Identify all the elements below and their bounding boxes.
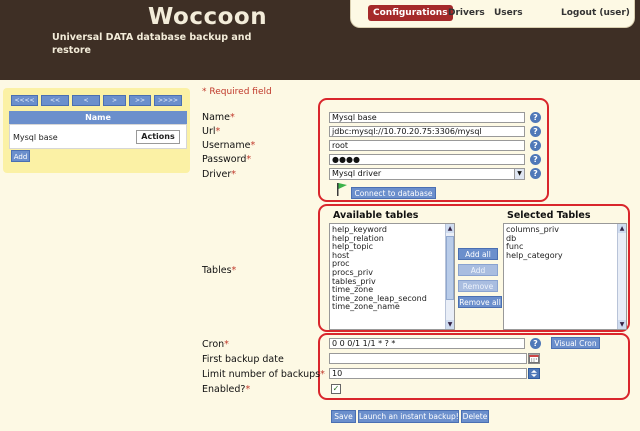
- nav-configurations[interactable]: Configurations: [368, 5, 453, 21]
- save-button[interactable]: Save: [331, 410, 356, 423]
- pager-prev-many-button[interactable]: <<: [41, 95, 69, 106]
- pager-first-button[interactable]: <<<<: [11, 95, 38, 106]
- available-tables-scrollbar[interactable]: ▲ ▼: [445, 224, 454, 329]
- available-tables-header: Available tables: [333, 210, 419, 221]
- password-input[interactable]: ●●●●: [329, 154, 525, 165]
- pager-next-button[interactable]: >: [103, 95, 126, 106]
- cron-input[interactable]: 0 0 0/1 1/1 * ? *: [329, 338, 525, 349]
- add-config-button[interactable]: Add: [11, 150, 30, 162]
- top-nav: Configurations Drivers Users Logout (use…: [350, 0, 635, 28]
- list-column-header: Name: [9, 111, 187, 124]
- list-item[interactable]: help_category: [504, 251, 626, 261]
- nav-users[interactable]: Users: [494, 8, 523, 18]
- app-tagline: Universal DATA database backup and resto…: [52, 32, 252, 56]
- scroll-thumb[interactable]: [446, 236, 454, 300]
- driver-select[interactable]: Mysql driver ▼: [329, 168, 525, 180]
- name-label: Name*: [202, 112, 235, 123]
- scroll-down-icon[interactable]: ▼: [618, 320, 626, 329]
- scroll-down-icon[interactable]: ▼: [446, 320, 454, 329]
- name-input[interactable]: Mysql base: [329, 112, 525, 123]
- enabled-checkbox[interactable]: ✓: [331, 384, 341, 394]
- spinner-icon[interactable]: [528, 368, 540, 379]
- list-item[interactable]: time_zone_name: [330, 303, 454, 312]
- driver-help-icon[interactable]: ?: [530, 168, 541, 179]
- pager-next-many-button[interactable]: >>: [129, 95, 151, 106]
- connect-database-button[interactable]: Connect to database: [351, 187, 436, 199]
- selected-tables-header: Selected Tables: [507, 210, 591, 221]
- scroll-up-icon[interactable]: ▲: [618, 224, 626, 233]
- driver-label: Driver*: [202, 169, 236, 180]
- flag-icon: [336, 182, 348, 196]
- visual-cron-button[interactable]: Visual Cron: [551, 337, 600, 349]
- first-backup-date-input[interactable]: [329, 353, 527, 364]
- name-help-icon[interactable]: ?: [530, 112, 541, 123]
- nav-logout[interactable]: Logout (user): [561, 8, 630, 18]
- cron-label: Cron*: [202, 339, 229, 350]
- pager-last-button[interactable]: >>>>: [154, 95, 182, 106]
- list-item[interactable]: columns_priv: [504, 225, 626, 235]
- instant-backup-button[interactable]: Launch an instant backup!: [358, 410, 459, 423]
- url-help-icon[interactable]: ?: [530, 126, 541, 137]
- driver-select-value: Mysql driver: [332, 169, 382, 178]
- remove-table-button[interactable]: Remove: [458, 280, 498, 292]
- scroll-up-icon[interactable]: ▲: [446, 224, 454, 233]
- chevron-down-icon[interactable]: ▼: [514, 169, 524, 179]
- delete-button[interactable]: Delete: [461, 410, 489, 423]
- available-tables-list[interactable]: help_keyword help_relation help_topic host p…: [329, 223, 455, 330]
- limit-backups-input[interactable]: 10: [329, 368, 527, 379]
- pager-prev-button[interactable]: <: [72, 95, 100, 106]
- url-input[interactable]: jdbc:mysql://10.70.20.75:3306/mysql: [329, 126, 525, 137]
- limit-backups-label: Limit number of backups*: [202, 369, 325, 380]
- remove-all-button[interactable]: Remove all: [458, 296, 502, 308]
- nav-drivers[interactable]: Drivers: [448, 8, 485, 18]
- url-label: Url*: [202, 126, 221, 137]
- username-input[interactable]: root: [329, 140, 525, 151]
- required-field-note: * Required field: [202, 87, 272, 97]
- username-label: Username*: [202, 140, 256, 151]
- selected-tables-list[interactable]: columns_priv db func help_category ▲ ▼: [503, 223, 627, 330]
- app-logo: Woccoon: [148, 4, 268, 30]
- calendar-icon[interactable]: [528, 353, 540, 364]
- enabled-label: Enabled?*: [202, 384, 251, 395]
- username-help-icon[interactable]: ?: [530, 140, 541, 151]
- cron-help-icon[interactable]: ?: [530, 338, 541, 349]
- password-help-icon[interactable]: ?: [530, 154, 541, 165]
- add-table-button[interactable]: Add: [458, 264, 498, 276]
- add-all-button[interactable]: Add all: [458, 248, 498, 260]
- tables-label: Tables*: [202, 265, 237, 276]
- first-backup-label: First backup date: [202, 354, 284, 365]
- password-label: Password*: [202, 154, 252, 165]
- list-item-name[interactable]: Mysql base: [13, 133, 58, 142]
- selected-tables-scrollbar[interactable]: ▲ ▼: [617, 224, 626, 329]
- actions-button[interactable]: Actions: [136, 130, 180, 144]
